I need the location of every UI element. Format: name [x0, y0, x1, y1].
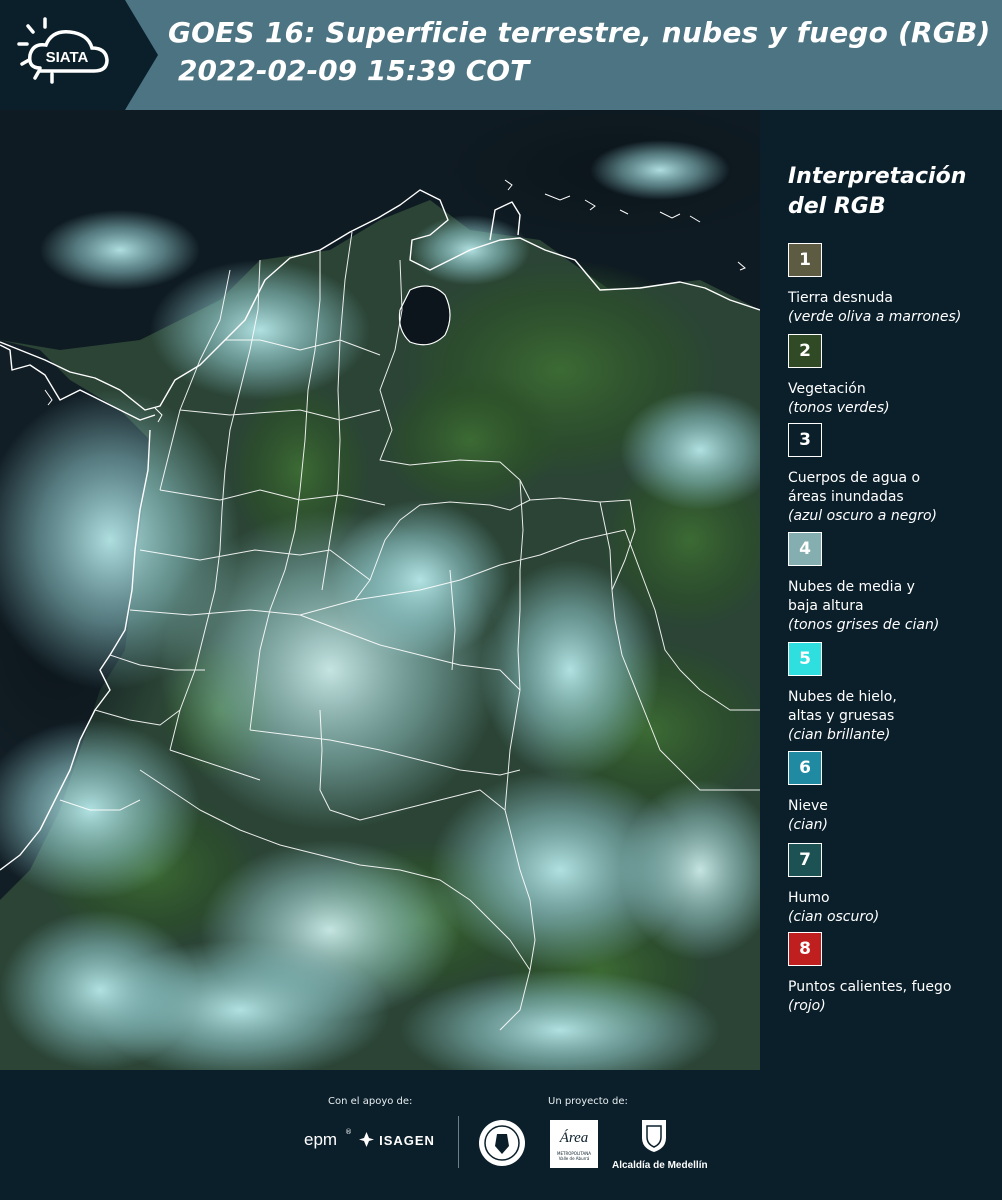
legend-item-hotspots: 8 Puntos calientes, fuego (rojo)	[788, 932, 998, 1016]
legend-note: (tonos verdes)	[788, 400, 890, 416]
isagen-logo-text: ISAGEN	[379, 1133, 435, 1148]
legend-swatch-1: 1	[788, 243, 822, 277]
legend-item-ice-clouds: 5 Nubes de hielo, altas y gruesas (cian …	[788, 642, 998, 745]
siata-logo: SIATA	[0, 0, 160, 110]
medellin-shield-icon	[639, 1118, 669, 1158]
project-caption: Un proyecto de:	[548, 1096, 628, 1107]
legend-note: (rojo)	[788, 998, 826, 1014]
legend-swatch-2: 2	[788, 334, 822, 368]
support-caption: Con el apoyo de:	[328, 1096, 413, 1107]
legend-label: Cuerpos de agua o áreas inundadas	[788, 470, 921, 505]
legend-swatch-6: 6	[788, 751, 822, 785]
legend-label: Tierra desnuda	[788, 290, 893, 306]
legend-swatch-7: 7	[788, 843, 822, 877]
header-banner: SIATA GOES 16: Superficie terrestre, nub…	[0, 0, 1002, 110]
area-logo-sub2: Valle de Aburrá	[558, 1156, 590, 1161]
footer: Con el apoyo de: Un proyecto de: epm ® I…	[0, 1070, 1002, 1200]
legend-swatch-5: 5	[788, 642, 822, 676]
legend-item-mid-low-clouds: 4 Nubes de media y baja altura (tonos gr…	[788, 532, 998, 635]
legend-label: Nubes de media y baja altura	[788, 579, 915, 614]
legend-label: Humo	[788, 890, 830, 906]
legend-note: (cian oscuro)	[788, 909, 880, 925]
satellite-map[interactable]	[0, 110, 760, 1070]
legend-label: Vegetación	[788, 381, 866, 397]
legend-panel: Interpretación del RGB 1 Tierra desnuda …	[760, 110, 1002, 1070]
legend-note: (cian)	[788, 817, 828, 833]
legend-note: (tonos grises de cian)	[788, 617, 940, 633]
legend-title: Interpretación del RGB	[788, 164, 967, 219]
legend-item-bare-soil: 1 Tierra desnuda (verde oliva a marrones…	[788, 243, 998, 327]
legend-swatch-4: 4	[788, 532, 822, 566]
legend-item-water: 3 Cuerpos de agua o áreas inundadas (azu…	[788, 423, 998, 526]
legend-note: (cian brillante)	[788, 727, 891, 743]
legend-note: (verde oliva a marrones)	[788, 309, 962, 325]
legend-item-vegetation: 2 Vegetación (tonos verdes)	[788, 334, 998, 418]
legend-swatch-3: 3	[788, 423, 822, 457]
medellin-logo-text: Alcaldía de Medellín	[612, 1160, 708, 1171]
footer-divider	[458, 1116, 459, 1168]
epm-trademark-icon: ®	[345, 1128, 352, 1136]
legend-swatch-8: 8	[788, 932, 822, 966]
area-metropolitana-logo: Área METROPOLITANA Valle de Aburrá	[550, 1120, 598, 1168]
page-timestamp: 2022-02-09 15:39 COT	[178, 54, 530, 87]
siata-logo-text: SIATA	[46, 49, 89, 66]
legend-label: Nubes de hielo, altas y gruesas	[788, 689, 897, 724]
isagen-mark-icon	[359, 1132, 374, 1147]
legend-note: (azul oscuro a negro)	[788, 508, 937, 524]
page-title: GOES 16: Superficie terrestre, nubes y f…	[168, 16, 991, 49]
isagen-logo: ISAGEN	[359, 1130, 435, 1149]
epm-logo: epm	[304, 1130, 338, 1149]
legend-label: Nieve	[788, 798, 828, 814]
siata-seal-logo	[477, 1118, 527, 1172]
legend-item-snow: 6 Nieve (cian)	[788, 751, 998, 835]
legend-item-smoke: 7 Humo (cian oscuro)	[788, 843, 998, 927]
satellite-rgb-map-image	[0, 110, 760, 1070]
area-logo-text: Área	[559, 1130, 589, 1146]
legend-label: Puntos calientes, fuego	[788, 979, 952, 995]
